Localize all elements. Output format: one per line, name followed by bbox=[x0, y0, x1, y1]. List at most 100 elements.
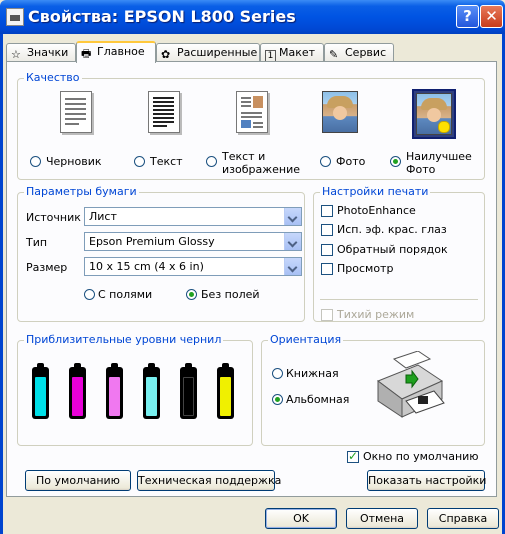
ink-tank-cap bbox=[148, 363, 155, 369]
ink-level-fill bbox=[109, 377, 120, 416]
tab-label: Значки bbox=[27, 46, 69, 59]
ink-level-fill bbox=[183, 377, 194, 416]
reverse-order-checkbox[interactable] bbox=[321, 244, 333, 256]
portrait-label: Книжная bbox=[286, 367, 339, 380]
size-label: Размер bbox=[26, 261, 68, 274]
best-photo-label-2: Фото bbox=[406, 163, 436, 176]
help-button[interactable]: Справка bbox=[427, 508, 499, 529]
ink-tank bbox=[69, 363, 86, 419]
text-radio[interactable] bbox=[134, 156, 145, 167]
text-label: Текст bbox=[150, 155, 183, 168]
ink-tank bbox=[32, 363, 49, 419]
photo-label: Фото bbox=[336, 155, 366, 168]
tab-main[interactable]: 🖶 Главное bbox=[76, 41, 156, 63]
preview-label: Просмотр bbox=[337, 262, 394, 275]
photoenhance-checkbox[interactable] bbox=[321, 205, 333, 217]
ink-level-fill bbox=[72, 377, 83, 416]
print-settings-legend: Настройки печати bbox=[320, 185, 431, 198]
best-photo-icon[interactable] bbox=[412, 89, 456, 139]
ink-level-fill bbox=[35, 377, 46, 416]
ink-levels-group: Приблизительные уровни чернил bbox=[17, 333, 253, 446]
quiet-mode-checkbox[interactable] bbox=[321, 309, 333, 321]
type-label: Тип bbox=[26, 236, 48, 249]
printer-icon: 🖶 bbox=[81, 47, 92, 60]
preview-checkbox[interactable] bbox=[321, 263, 333, 275]
defaults-button[interactable]: По умолчанию bbox=[25, 470, 131, 491]
border-radio[interactable] bbox=[84, 289, 95, 300]
show-settings-button[interactable]: Показать настройки bbox=[367, 470, 486, 491]
red-eye-label: Исп. эф. крас. глаз bbox=[337, 223, 447, 236]
tab-service[interactable]: ✎ Сервис bbox=[324, 43, 394, 61]
ink-tank bbox=[143, 363, 160, 419]
source-select[interactable]: Лист bbox=[84, 207, 302, 226]
tab-label: Сервис bbox=[345, 46, 387, 59]
close-button[interactable]: ✕ bbox=[480, 5, 503, 28]
main-tab-panel: Качество Черновик Текст Текст и изображе… bbox=[6, 61, 497, 497]
draft-label: Черновик bbox=[46, 155, 102, 168]
type-select[interactable]: Epson Premium Glossy bbox=[84, 232, 302, 251]
window-border bbox=[0, 34, 3, 534]
ink-tank-cap bbox=[185, 363, 192, 369]
source-value: Лист bbox=[89, 210, 117, 223]
print-settings-group: Настройки печати PhotoEnhance Исп. эф. к… bbox=[313, 185, 485, 322]
quiet-mode-label: Тихий режим bbox=[337, 308, 415, 321]
cancel-button[interactable]: Отмена bbox=[346, 508, 418, 529]
ok-button[interactable]: OK bbox=[265, 508, 337, 529]
red-eye-checkbox[interactable] bbox=[321, 224, 333, 236]
ink-tank bbox=[180, 363, 197, 419]
borderless-radio[interactable] bbox=[186, 289, 197, 300]
quality-group: Качество Черновик Текст Текст и изображе… bbox=[17, 71, 485, 180]
tab-layout[interactable]: 1 Макет bbox=[260, 43, 324, 63]
tab-advanced[interactable]: ✿ Расширенные bbox=[156, 43, 260, 61]
draft-icon[interactable] bbox=[56, 91, 96, 135]
wrench-icon: ✎ bbox=[329, 48, 339, 61]
orientation-group: Ориентация Книжная Альбомная bbox=[261, 333, 485, 446]
text-image-icon[interactable] bbox=[232, 91, 272, 135]
divider bbox=[320, 299, 478, 300]
portrait-radio[interactable] bbox=[272, 368, 283, 379]
draft-radio[interactable] bbox=[30, 156, 41, 167]
default-window-checkbox[interactable] bbox=[347, 449, 359, 463]
border-label: С полями bbox=[98, 288, 153, 301]
quality-legend: Качество bbox=[24, 71, 82, 84]
tab-label: Расширенные bbox=[177, 46, 258, 59]
paper-legend: Параметры бумаги bbox=[24, 185, 139, 198]
ink-tank-cap bbox=[111, 363, 118, 369]
size-select[interactable]: 10 x 15 cm (4 x 6 in) bbox=[84, 257, 302, 276]
ink-tank-cap bbox=[222, 363, 229, 369]
window-title: Свойства: EPSON L800 Series bbox=[28, 7, 296, 26]
ink-tank-cap bbox=[37, 363, 44, 369]
printer-icon bbox=[6, 8, 24, 26]
reverse-order-label: Обратный порядок bbox=[337, 243, 448, 256]
landscape-label: Альбомная bbox=[286, 393, 350, 406]
orientation-legend: Ориентация bbox=[268, 333, 344, 346]
chevron-down-icon bbox=[284, 233, 301, 250]
printer-properties-window: Свойства: EPSON L800 Series ? ✕ ☆ Значки … bbox=[0, 0, 505, 534]
best-photo-label-1: Наилучшее bbox=[406, 150, 472, 163]
text-image-label-1: Текст и bbox=[222, 150, 266, 163]
settings-icon: ✿ bbox=[161, 48, 171, 61]
tab-label: Макет bbox=[279, 46, 316, 59]
ink-levels-legend: Приблизительные уровни чернил bbox=[24, 333, 224, 346]
ink-level-fill bbox=[220, 377, 231, 416]
photo-radio[interactable] bbox=[320, 156, 331, 167]
text-icon[interactable] bbox=[144, 91, 184, 135]
text-image-label-2: изображение bbox=[222, 163, 301, 176]
chevron-down-icon bbox=[284, 208, 301, 225]
ink-tank bbox=[217, 363, 234, 419]
photo-icon[interactable] bbox=[320, 91, 360, 135]
star-icon: ☆ bbox=[11, 48, 21, 61]
best-photo-radio[interactable] bbox=[390, 156, 401, 167]
photoenhance-label: PhotoEnhance bbox=[337, 204, 416, 217]
ink-tank-cap bbox=[74, 363, 81, 369]
help-title-button[interactable]: ? bbox=[456, 5, 479, 28]
text-image-radio[interactable] bbox=[206, 156, 217, 167]
title-bar[interactable]: Свойства: EPSON L800 Series ? ✕ bbox=[0, 0, 505, 34]
tab-icons[interactable]: ☆ Значки bbox=[6, 43, 76, 61]
ink-tank bbox=[106, 363, 123, 419]
paper-group: Параметры бумаги Источник Лист Тип Epson… bbox=[17, 185, 305, 322]
size-value: 10 x 15 cm (4 x 6 in) bbox=[89, 260, 204, 273]
support-button[interactable]: Техническая поддержка bbox=[137, 470, 281, 491]
landscape-radio[interactable] bbox=[272, 394, 283, 405]
source-label: Источник bbox=[26, 211, 81, 224]
